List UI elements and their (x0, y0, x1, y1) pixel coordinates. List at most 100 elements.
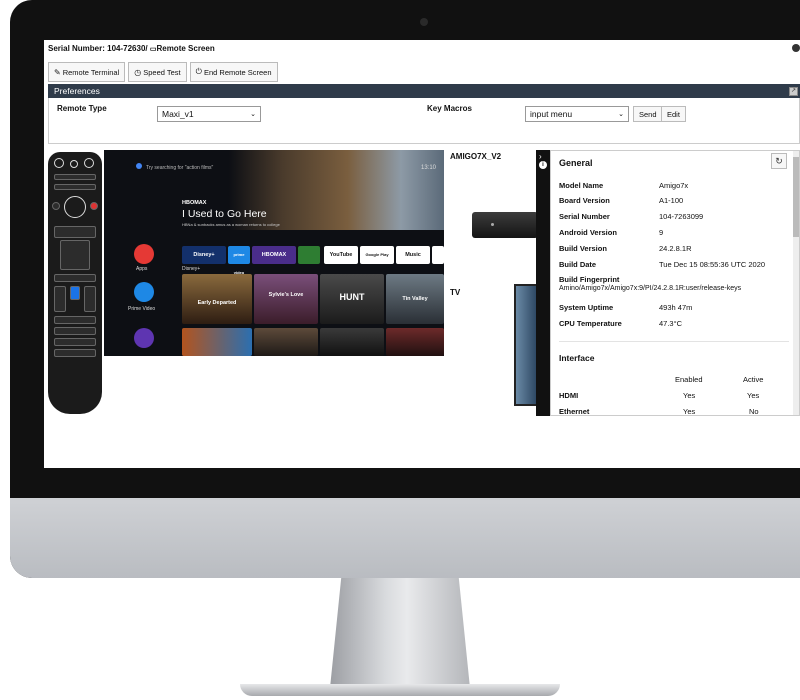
col-active: Active (743, 375, 764, 384)
number-row-3[interactable] (54, 338, 96, 346)
tv-search-hint: Try searching for "action films" (146, 165, 214, 171)
gauge-icon: ◷ (134, 67, 142, 77)
chevron-right-icon: › (539, 152, 542, 161)
nav-keys[interactable] (54, 274, 96, 282)
poster-early-departed: Early Departed (182, 274, 252, 324)
stop-buttons[interactable] (54, 226, 96, 238)
refresh-icon: ↻ (775, 156, 783, 166)
key-macros-select[interactable]: input menu ⌄ (525, 106, 629, 122)
chevron-down-icon: ⌄ (250, 111, 256, 118)
settings-button[interactable] (84, 158, 94, 168)
hbo-max-icon (134, 328, 154, 348)
tv-feature-title: I Used to Go Here (182, 208, 267, 220)
preferences-bar: Preferences ↗ (48, 84, 800, 98)
speed-test-label: Speed Test (143, 67, 181, 77)
refresh-button[interactable]: ↻ (771, 153, 787, 169)
info-key: Board Version (559, 196, 610, 205)
info-key: Android Version (559, 228, 617, 237)
tv-brand-label: HBOMAX (182, 200, 207, 206)
send-button[interactable]: Send (633, 106, 663, 122)
letter-keys[interactable] (54, 184, 96, 190)
number-row-4[interactable] (54, 349, 96, 357)
remote-type-select[interactable]: Maxi_v1 ⌄ (157, 106, 261, 122)
assistant-button[interactable] (70, 286, 80, 300)
tv-feature-description: HBNa & sunbacks amus as a woman returns … (182, 222, 280, 227)
preferences-panel: Remote Type Maxi_v1 ⌄ Key Macros input m… (48, 98, 800, 144)
prime-video-icon (134, 282, 154, 302)
iface-ethernet-active: No (749, 407, 759, 416)
wrench-icon: ✎ (54, 67, 61, 77)
info-value: 47.3°C (659, 319, 683, 328)
tv-name-label: TV (450, 288, 461, 297)
remote-type-label: Remote Type (57, 104, 107, 113)
poster-row2-1 (182, 328, 252, 356)
input-button[interactable] (70, 160, 78, 168)
chevron-down-icon: ⌄ (618, 111, 624, 118)
interface-title: Interface (559, 353, 595, 363)
poster-row2-3 (320, 328, 384, 356)
build-fingerprint-value: Amino/Amigo7x/Amigo7x:9/PI/24.2.8.1R:use… (559, 285, 742, 292)
info-row-model-name: Model Name Amigo7x (559, 181, 688, 190)
info-row-build-version: Build Version 24.2.8.1R (559, 244, 692, 253)
youtube-tile: YouTube (324, 246, 358, 264)
assistant-icon (136, 163, 142, 169)
disney-label: Disney+ (182, 266, 201, 272)
poster-row2-2 (254, 328, 318, 356)
poster-row2-4 (386, 328, 444, 356)
record-button[interactable] (90, 202, 98, 210)
set-top-box-image (472, 212, 538, 238)
channel-rocker[interactable] (84, 286, 96, 312)
header-logo-icon (792, 44, 800, 52)
info-key: Build Version (559, 244, 607, 253)
info-key: Serial Number (559, 212, 610, 221)
info-value: 9 (659, 228, 664, 237)
info-scrollbar[interactable] (793, 151, 799, 415)
power-button[interactable] (54, 158, 64, 168)
camera-dot (420, 18, 428, 26)
info-row-serial-number: Serial Number 104-7263099 (559, 212, 703, 221)
info-key: Build Date (559, 260, 597, 269)
tv-mirror-screen[interactable]: Try searching for "action films" 13:10 H… (104, 150, 444, 356)
info-row-board-version: Board Version A1-100 (559, 196, 683, 205)
toolbar: ✎ Remote Terminal ◷ Speed Test ⏻ End Rem… (48, 62, 278, 82)
info-value: 493h 47m (659, 303, 693, 312)
end-remote-screen-button[interactable]: ⏻ End Remote Screen (189, 62, 278, 82)
device-info-panel: General ↻ Model Name Amigo7x Board Versio… (550, 150, 800, 416)
monitor-stand-base (240, 684, 560, 696)
info-value: 104-7263099 (659, 212, 704, 221)
edit-button[interactable]: Edit (661, 106, 686, 122)
speed-test-button[interactable]: ◷ Speed Test (128, 62, 187, 82)
disney-tile: Disney+ (182, 246, 226, 264)
monitor-stand (330, 578, 470, 688)
iface-ethernet-name: Ethernet (559, 407, 590, 416)
monitor-chin (10, 498, 800, 578)
build-fingerprint-key: Build Fingerprint (559, 275, 620, 284)
remote-terminal-label: Remote Terminal (62, 67, 120, 77)
info-key: CPU Temperature (559, 319, 622, 328)
end-remote-screen-label: End Remote Screen (203, 67, 272, 77)
divider (559, 341, 789, 342)
key-macros-value: input menu (530, 109, 573, 119)
hbomax-tile: HBOMAX (252, 246, 296, 264)
remote-type-value: Maxi_v1 (162, 109, 194, 119)
number-row-2[interactable] (54, 327, 96, 335)
maximize-icon[interactable]: ↗ (789, 87, 798, 96)
device-led (491, 223, 494, 226)
dpad[interactable] (60, 240, 90, 270)
play-pause-button[interactable] (64, 196, 86, 218)
info-panel-toggle[interactable]: › i (536, 150, 550, 416)
remote-area: Try searching for "action films" 13:10 H… (48, 150, 800, 468)
device-name-label: AMIGO7X_V2 (450, 152, 502, 161)
music-tile: Music (396, 246, 430, 264)
rewind-button[interactable] (52, 202, 60, 210)
poster-tin-valley: Tin Valley (386, 274, 444, 324)
apps-icon (134, 244, 154, 264)
number-row-1[interactable] (54, 316, 96, 324)
remote-terminal-button[interactable]: ✎ Remote Terminal (48, 62, 126, 82)
info-key: System Uptime (559, 303, 614, 312)
scroll-thumb[interactable] (793, 157, 799, 237)
color-keys[interactable] (54, 174, 96, 180)
iface-hdmi-active: Yes (747, 391, 760, 400)
volume-rocker[interactable] (54, 286, 66, 312)
android-tile (298, 246, 320, 264)
